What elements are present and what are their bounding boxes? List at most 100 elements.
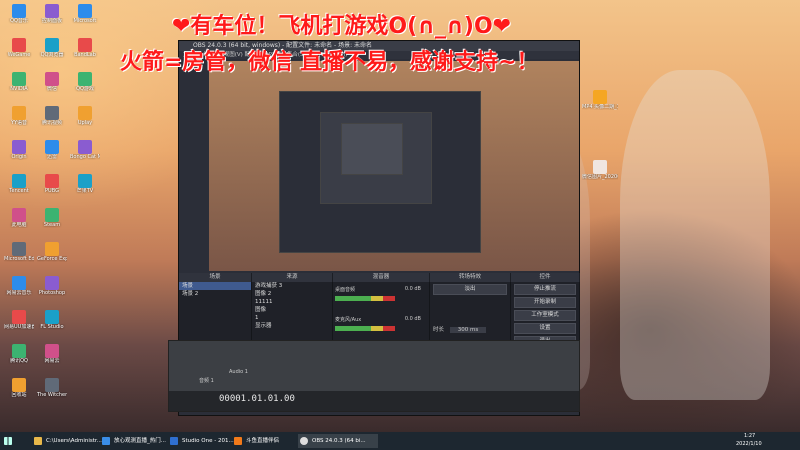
desktop-icon[interactable]: 回收站 [4,378,34,408]
desktop-icon[interactable]: Tencent [4,174,34,204]
desktop-icon-label: Origin [11,154,27,160]
transition-select[interactable]: 淡出 [433,284,507,295]
duration-input[interactable]: 300 ms [449,327,487,333]
app-icon [78,72,92,86]
taskbar-item-active[interactable]: OBS 24.0.3 (64 bi... [298,434,378,448]
desktop-icon[interactable]: QQ游戏 [70,72,100,102]
desktop-icon[interactable]: Bongo Cat Mver [70,140,100,170]
desktop-icon-label: 芒果TV [76,188,94,194]
scene-item[interactable]: 场景 2 [179,290,251,298]
app-icon [78,174,92,188]
image-file-icon [593,160,607,174]
stop-streaming-button[interactable]: 停止推流 [514,284,576,295]
desktop-icon[interactable]: Steam [37,208,67,238]
desktop-icon[interactable]: Microsoft [70,4,100,34]
obs-icon [300,437,308,445]
desktop-icon[interactable]: 芒果TV [70,174,100,204]
source-item[interactable]: 图像 [252,306,332,314]
desktop-icon[interactable]: Origin [4,140,34,170]
mixer-channel[interactable]: 桌面音频 0.0 dB [335,286,425,310]
timecode-display: 00001.01.01.00 [219,394,295,404]
taskbar-item[interactable]: 放心观测直播_热门... [100,434,178,448]
desktop-icon[interactable]: 微信图片_20200922029 [582,160,618,190]
desktop-icon[interactable]: 腾讯视频 [37,106,67,136]
app-icon [45,72,59,86]
app-icon [45,242,59,256]
taskbar-item-label: 放心观测直播_热门... [114,438,166,444]
mixer-channel[interactable]: 麦克风/Aux 0.0 dB [335,316,425,340]
studio-mode-button[interactable]: 工作室模式 [514,310,576,321]
desktop-icon[interactable]: Photoshop [37,276,67,306]
desktop-icon[interactable]: 腾讯QQ [4,344,34,374]
taskbar-item[interactable]: C:\Users\Administr... [32,434,110,448]
nested-obs-preview [279,91,481,253]
wallpaper-figure [620,70,770,400]
transport-bar[interactable]: 00001.01.01.00 [169,391,579,411]
start-recording-button[interactable]: 开始录制 [514,297,576,308]
desktop-icon[interactable]: FL Studio [37,310,67,340]
desktop-icon[interactable]: Uplay [70,106,100,136]
source-item[interactable]: 显示器 [252,322,332,330]
desktop-icon-label: 微信图片_20200922029 [582,174,618,180]
source-item[interactable]: 11111 [252,298,332,306]
desktop-icon-label: QQ游戏 [76,86,94,92]
source-item[interactable]: 游戏捕获 3 [252,282,332,290]
app-icon [12,4,26,18]
app-icon [12,174,26,188]
clock-time[interactable]: 1:27 [744,433,755,439]
app-icon [45,174,59,188]
scene-item[interactable]: 场景 [179,282,251,290]
desktop-icon[interactable]: Microsoft Edge [4,242,34,272]
transitions-header: 转场特效 [430,273,511,282]
desktop-icon[interactable]: 此电脑 [4,208,34,238]
source-item[interactable]: 图像 2 [252,290,332,298]
app-icon [78,140,92,154]
desktop-icon[interactable]: 微信 [37,72,67,102]
desktop-icon[interactable]: QQ音乐 [4,4,34,34]
start-button[interactable] [2,434,14,448]
desktop-icon[interactable]: GeForce Experience [37,242,67,272]
desktop-icon[interactable]: BandLab [70,38,100,68]
desktop-icon[interactable]: 控制面板 [37,4,67,34]
desktop-icon-label: 网易云音乐 [6,290,32,296]
desktop-icon-label: GeForce Experience [37,256,67,262]
taskbar-item[interactable]: 斗鱼直播伴侣 [232,434,306,448]
desktop-icon[interactable]: YY语音 [4,106,34,136]
app-icon [12,310,26,324]
settings-button[interactable]: 设置 [514,323,576,334]
desktop-icon[interactable]: MP4 头像二期_1 [582,90,618,120]
desktop-icon[interactable]: NVIDIA [4,72,34,102]
desktop-icon-label: Microsoft Edge [4,256,34,262]
mixer-header: 混音器 [333,273,430,282]
source-item[interactable]: 1 [252,314,332,322]
desktop-icon[interactable]: The Witcher 3 Wild Hunt [37,378,67,408]
desktop-icon-label: 微信 [46,86,57,92]
app-icon [45,378,59,392]
app-icon [78,4,92,18]
desktop-icon-label: Bongo Cat Mver [70,154,100,160]
scenes-header: 场景 [179,273,252,282]
taskbar-item[interactable]: Studio One - 201... [168,434,242,448]
nested-obs-preview-deep [341,123,403,175]
desktop-icon[interactable]: 网易云音乐 [4,276,34,306]
mixer-channel-level: 0.0 dB [404,316,421,322]
taskbar: C:\Users\Administr... 放心观测直播_热门... Studi… [0,432,800,450]
desktop-icon[interactable]: PUBG [37,174,67,204]
desktop-icon-label: 腾讯视频 [41,120,62,126]
desktop-icon-label: FL Studio [40,324,64,330]
obs-preview[interactable] [209,61,579,271]
app-icon [12,140,26,154]
desktop-icon[interactable]: 迅雷 [37,140,67,170]
studio-one-window[interactable]: 音频 1 Audio 1 00001.01.01.00 [168,340,580,412]
desktop-icon-label: 网易UU加速器 [4,324,34,330]
desktop-icon[interactable]: 网易UU加速器 [4,310,34,340]
desktop-icon-label: BandLab [74,52,96,58]
desktop-icon-label: QQ浏览器 [40,52,64,58]
desktop-icon[interactable]: WeGame [4,38,34,68]
app-icon [45,310,59,324]
app-icon [45,140,59,154]
desktop-icon[interactable]: 网易云 [37,344,67,374]
clock-date[interactable]: 2022/1/10 [736,441,762,447]
track-label: Audio 1 [229,369,248,375]
desktop-icon[interactable]: QQ浏览器 [37,38,67,68]
